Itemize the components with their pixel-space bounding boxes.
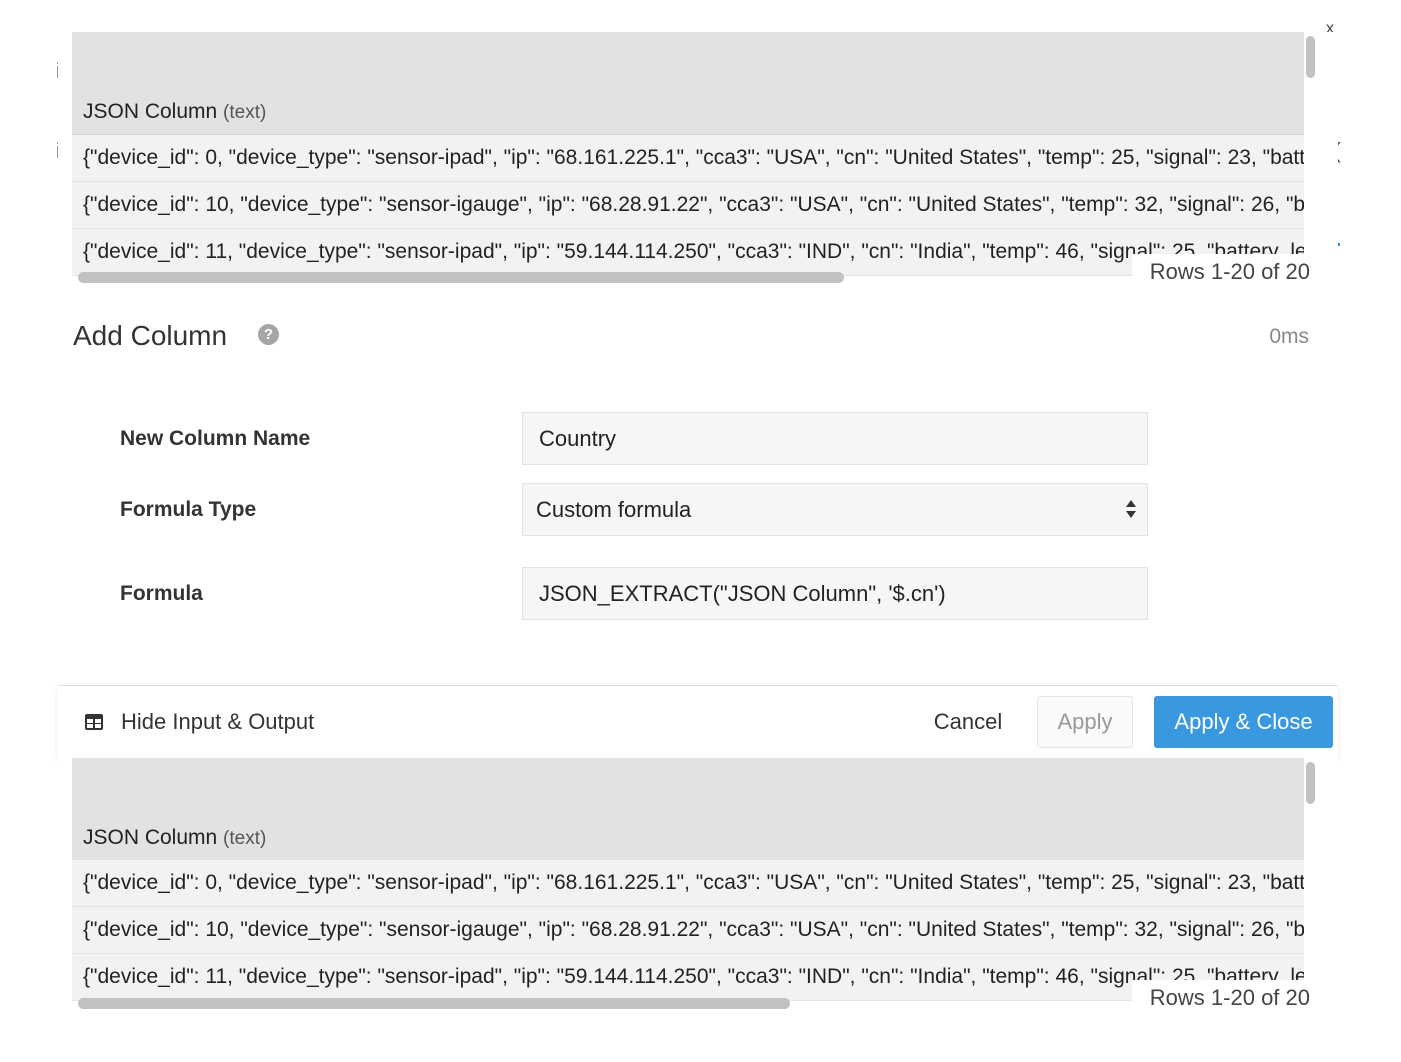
cancel-button[interactable]: Cancel: [928, 696, 1008, 748]
table-cell: {"device_id": 0, "device_type": "sensor-…: [83, 871, 1304, 894]
new-column-name-input[interactable]: Country: [522, 412, 1148, 465]
column-name: JSON Column: [83, 100, 218, 123]
formula-type-label: Formula Type: [120, 498, 257, 521]
column-header-label: JSON Column (text): [83, 826, 266, 850]
elapsed-time: 0ms: [1269, 325, 1309, 348]
vertical-scrollbar-thumb[interactable]: [1306, 762, 1315, 804]
column-name: JSON Column: [83, 826, 218, 849]
column-type: (text): [223, 828, 267, 849]
table-cell: {"device_id": 10, "device_type": "sensor…: [83, 193, 1304, 216]
column-header[interactable]: JSON Column (text): [72, 758, 1304, 861]
select-arrows-icon: [1126, 500, 1136, 518]
hide-input-output-label: Hide Input & Output: [121, 709, 315, 734]
table-row[interactable]: {"device_id": 11, "device_type": "sensor…: [72, 954, 1304, 1001]
table-row[interactable]: {"device_id": 0, "device_type": "sensor-…: [72, 860, 1304, 907]
vertical-scrollbar-thumb[interactable]: [1306, 36, 1315, 78]
dialog-title: Add Column: [73, 320, 228, 351]
grid-viewport[interactable]: JSON Column (text) {"device_id": 0, "dev…: [72, 32, 1304, 290]
column-header[interactable]: JSON Column (text): [72, 32, 1304, 135]
grid-viewport[interactable]: JSON Column (text) {"device_id": 0, "dev…: [72, 758, 1304, 1016]
horizontal-scrollbar-thumb[interactable]: [78, 998, 790, 1009]
vertical-scrollbar[interactable]: [1304, 32, 1318, 290]
table-cell: {"device_id": 11, "device_type": "sensor…: [83, 965, 1304, 988]
table-row[interactable]: {"device_id": 11, "device_type": "sensor…: [72, 229, 1304, 276]
rows-count: Rows 1-20 of 20: [1132, 254, 1310, 290]
hide-input-output-button[interactable]: Hide Input & Output: [84, 686, 314, 758]
apply-button[interactable]: Apply: [1037, 696, 1133, 748]
table-cell: {"device_id": 0, "device_type": "sensor-…: [83, 146, 1304, 169]
table-icon: [85, 714, 103, 730]
dialog-action-bar: Hide Input & Output Cancel Apply Apply &…: [58, 685, 1338, 759]
table-row[interactable]: {"device_id": 0, "device_type": "sensor-…: [72, 135, 1304, 182]
table-row[interactable]: {"device_id": 10, "device_type": "sensor…: [72, 907, 1304, 954]
question-circle-icon[interactable]: ?: [258, 324, 279, 345]
output-preview-grid[interactable]: JSON Column (text) {"device_id": 0, "dev…: [58, 758, 1338, 1016]
formula-input[interactable]: JSON_EXTRACT("JSON Column", '$.cn'): [522, 567, 1148, 620]
horizontal-scrollbar-thumb[interactable]: [78, 272, 844, 283]
formula-type-select[interactable]: Custom formula: [522, 483, 1148, 536]
rows-count: Rows 1-20 of 20: [1132, 980, 1310, 1016]
apply-close-button[interactable]: Apply & Close: [1154, 696, 1333, 748]
column-header-label: JSON Column (text): [83, 100, 266, 124]
table-cell: {"device_id": 10, "device_type": "sensor…: [83, 918, 1304, 941]
input-preview-grid[interactable]: JSON Column (text) {"device_id": 0, "dev…: [58, 32, 1338, 290]
table-row[interactable]: {"device_id": 10, "device_type": "sensor…: [72, 182, 1304, 229]
table-cell: {"device_id": 11, "device_type": "sensor…: [83, 240, 1304, 263]
new-column-name-label: New Column Name: [120, 427, 311, 450]
vertical-scrollbar[interactable]: [1304, 758, 1318, 1016]
formula-type-value: Custom formula: [536, 497, 692, 522]
formula-label: Formula: [120, 582, 203, 605]
column-type: (text): [223, 102, 267, 123]
